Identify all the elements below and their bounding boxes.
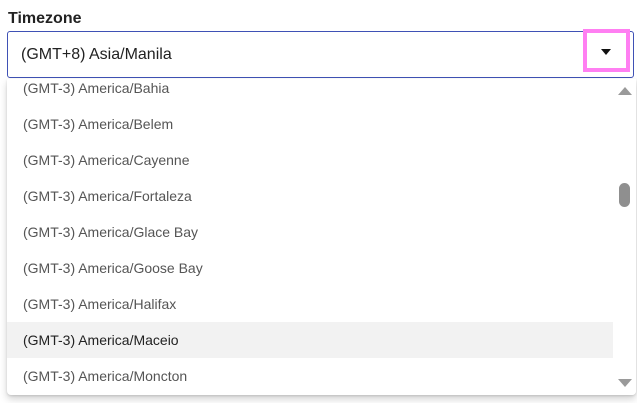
dropdown-toggle-button[interactable] xyxy=(583,29,630,72)
dropdown-scrollbar[interactable] xyxy=(613,79,636,395)
timezone-label: Timezone xyxy=(8,10,82,27)
option-america-bahia[interactable]: (GMT-3) America/Bahia xyxy=(7,79,613,106)
chevron-down-icon xyxy=(601,49,611,55)
arrow-down-icon[interactable] xyxy=(618,379,632,387)
option-america-cayenne[interactable]: (GMT-3) America/Cayenne xyxy=(7,142,613,178)
option-america-glace-bay[interactable]: (GMT-3) America/Glace Bay xyxy=(7,214,613,250)
option-america-fortaleza[interactable]: (GMT-3) America/Fortaleza xyxy=(7,178,613,214)
option-america-moncton[interactable]: (GMT-3) America/Moncton xyxy=(7,358,613,394)
option-america-halifax[interactable]: (GMT-3) America/Halifax xyxy=(7,286,613,322)
option-america-maceio[interactable]: (GMT-3) America/Maceio xyxy=(7,322,613,358)
selected-timezone-value: (GMT+8) Asia/Manila xyxy=(21,46,172,63)
timezone-select[interactable]: (GMT+8) Asia/Manila xyxy=(7,29,634,78)
option-america-belem[interactable]: (GMT-3) America/Belem xyxy=(7,106,613,142)
timezone-dropdown-list: (GMT-3) America/Bahia (GMT-3) America/Be… xyxy=(7,79,636,395)
option-america-goose-bay[interactable]: (GMT-3) America/Goose Bay xyxy=(7,250,613,286)
options-container: (GMT-3) America/Bahia (GMT-3) America/Be… xyxy=(7,79,613,394)
arrow-up-icon[interactable] xyxy=(618,87,632,95)
scrollbar-thumb[interactable] xyxy=(619,183,630,207)
